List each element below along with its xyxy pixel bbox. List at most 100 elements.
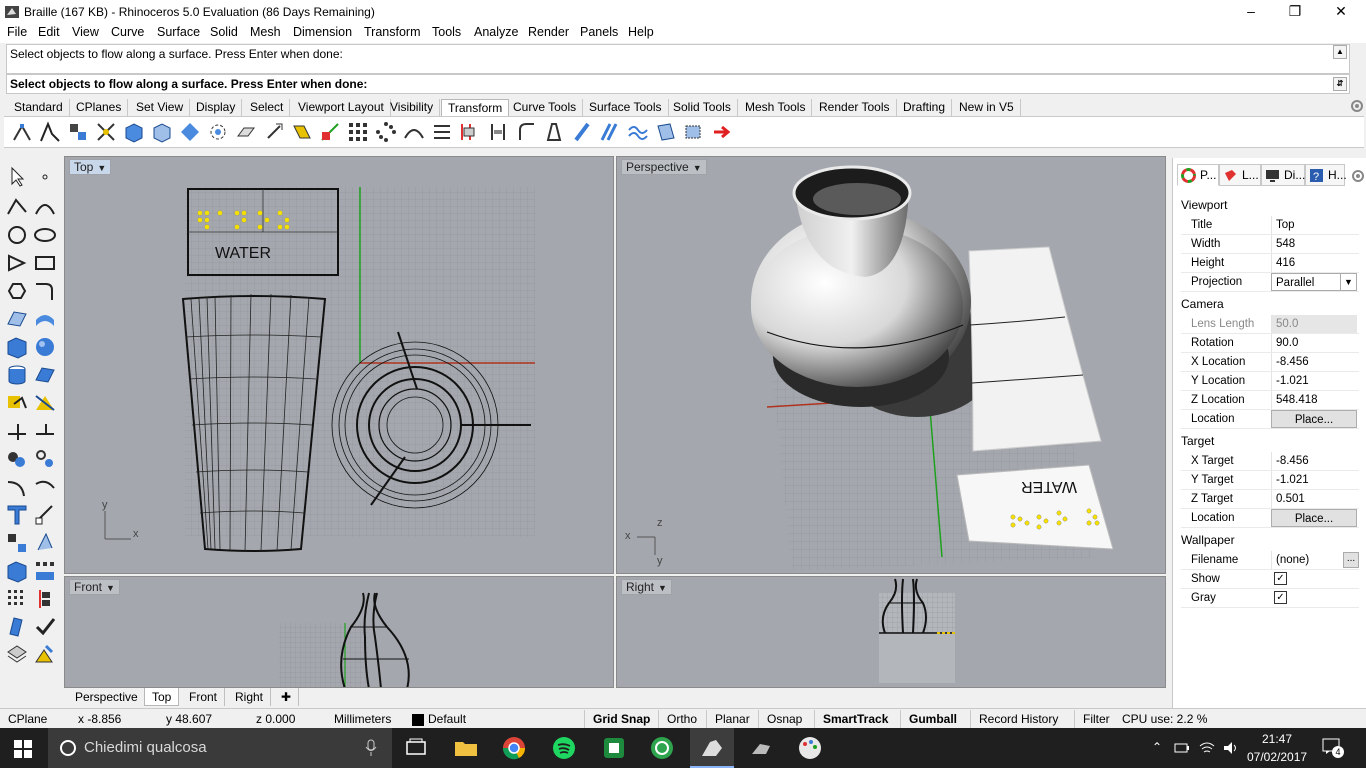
extend-icon[interactable] [32,418,58,444]
viewport-top[interactable]: WATER y x Top ▼ [64,156,614,574]
prop-value-z-location[interactable]: 548.418 [1271,391,1357,409]
add-viewport-tab-icon[interactable]: ✚ [274,688,300,706]
array-grid-icon[interactable] [32,558,58,584]
status-units[interactable]: Millimeters [334,712,391,726]
scale-icon[interactable] [94,120,118,144]
menu-help[interactable]: Help [628,25,654,39]
tab-select[interactable]: Select [244,99,291,116]
menu-solid[interactable]: Solid [210,25,238,39]
flow-along-curve-icon[interactable] [598,120,622,144]
copy-icon[interactable] [38,120,62,144]
tab-mesh-tools[interactable]: Mesh Tools [739,99,813,116]
paint-palette-icon[interactable] [796,734,824,762]
tab-visibility[interactable]: Visibility [384,99,441,116]
tab-viewport-layout[interactable]: Viewport Layout [292,99,391,116]
fillet-curve-icon[interactable] [32,278,58,304]
viewport-tab-top[interactable]: Top [144,688,180,706]
ungroup-icon[interactable] [32,446,58,472]
task-view-icon[interactable] [402,734,430,762]
sphere-solid-icon[interactable] [32,334,58,360]
status-filter[interactable]: Filter [1074,710,1118,728]
menu-panels[interactable]: Panels [580,25,618,39]
status-record-history[interactable]: Record History [970,710,1066,728]
prop-value-title[interactable]: Top [1271,216,1357,234]
tab-render-tools[interactable]: Render Tools [813,99,897,116]
viewport-right[interactable]: Right ▼ [616,576,1166,688]
tab-new-in-v5[interactable]: New in V5 [953,99,1021,116]
chrome-icon[interactable] [500,734,528,762]
status-osnap[interactable]: Osnap [758,710,810,728]
paint-render-icon[interactable] [32,642,58,668]
boolean-icon[interactable] [4,390,30,416]
align-icon[interactable] [458,120,482,144]
rotate-icon[interactable] [66,120,90,144]
cortana-search-box[interactable]: Chiedimi qualcosa [48,728,392,768]
trim-icon[interactable] [4,418,30,444]
file-explorer-icon[interactable] [452,734,480,762]
command-scroll-icon[interactable]: ⇵ [1333,77,1347,91]
viewport-tab-right[interactable]: Right [228,688,272,706]
viewport-title-front[interactable]: Front ▼ [69,579,120,595]
dropdown-arrow-icon[interactable]: ▼ [693,161,702,175]
viewport-title-perspective[interactable]: Perspective ▼ [621,159,707,175]
blend-icon[interactable] [32,474,58,500]
mesh-plane-icon[interactable] [32,362,58,388]
status-gumball[interactable]: Gumball [900,710,965,728]
arc-icon[interactable] [4,250,30,276]
flow-object-icon[interactable] [4,614,30,640]
dropdown-arrow-icon[interactable]: ▼ [658,581,667,595]
array-icon[interactable] [150,120,174,144]
orient-3pt-icon[interactable] [318,120,342,144]
prop-value-height[interactable]: 416 [1271,254,1357,272]
menu-analyze[interactable]: Analyze [474,25,518,39]
minimize-button[interactable]: – [1228,2,1274,22]
copy-objects-icon[interactable] [4,530,30,556]
box-solid-icon[interactable] [4,334,30,360]
array-polar-icon[interactable] [374,120,398,144]
battery-icon[interactable] [1174,741,1190,755]
menu-transform[interactable]: Transform [364,25,421,39]
render-mesh-icon[interactable] [4,558,30,584]
points-grid-icon[interactable] [4,586,30,612]
viewport-front[interactable]: Front ▼ [64,576,614,688]
show-checkbox[interactable]: ✓ [1274,572,1287,585]
close-button[interactable]: ✕ [1318,2,1364,22]
more-arrow-icon[interactable] [710,120,734,144]
circle-icon[interactable] [4,222,30,248]
diamond-icon[interactable] [178,120,202,144]
prop-value-rotation[interactable]: 90.0 [1271,334,1357,352]
command-line[interactable]: Select objects to flow along a surface. … [6,74,1350,94]
cylinder-solid-icon[interactable] [4,362,30,388]
menu-edit[interactable]: Edit [38,25,60,39]
gray-checkbox[interactable]: ✓ [1274,591,1287,604]
set-points-icon[interactable] [486,120,510,144]
panel-tab-help[interactable]: ? H... [1305,164,1347,186]
ellipse-icon[interactable] [32,222,58,248]
panel-tab-display[interactable]: Di... [1261,164,1305,186]
array-curve-icon[interactable] [402,120,426,144]
curve-icon[interactable] [32,194,58,220]
history-scroll-up-icon[interactable]: ▲ [1333,45,1347,59]
viewport-perspective[interactable]: WATER z x y Perspective ▼ [616,156,1166,574]
menu-dimension[interactable]: Dimension [293,25,352,39]
panel-gear-icon[interactable] [1351,169,1365,183]
status-layer[interactable]: Default [428,712,466,726]
command-history[interactable]: Select objects to flow along a surface. … [6,44,1350,74]
panel-tab-properties[interactable]: P... [1177,164,1219,186]
menu-view[interactable]: View [72,25,99,39]
viewport-tab-perspective[interactable]: Perspective [68,688,146,706]
fillet-edge-icon[interactable] [4,474,30,500]
bend-icon[interactable] [542,120,566,144]
microphone-icon[interactable] [364,739,378,757]
viewport-title-top[interactable]: Top ▼ [69,159,112,175]
move-icon[interactable] [10,120,34,144]
rhino-taskbar-active[interactable] [690,728,734,768]
twist-icon[interactable] [514,120,538,144]
analyze-icon[interactable] [4,642,30,668]
status-grid-snap[interactable]: Grid Snap [584,710,658,728]
prop-value-y-target[interactable]: -1.021 [1271,471,1357,489]
tab-curve-tools[interactable]: Curve Tools [507,99,584,116]
extrude-curve-icon[interactable] [32,306,58,332]
chevron-down-icon[interactable]: ▼ [1340,274,1356,290]
tab-drafting[interactable]: Drafting [897,99,953,116]
